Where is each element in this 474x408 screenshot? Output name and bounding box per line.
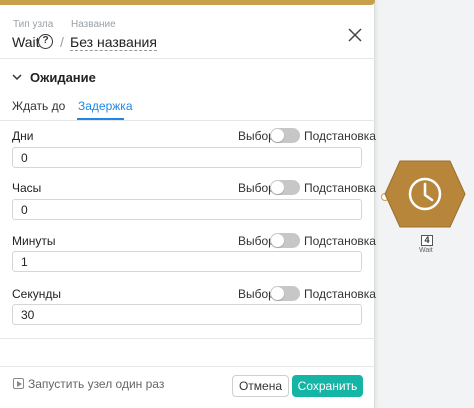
header-divider xyxy=(0,58,375,59)
toggle-knob xyxy=(271,129,284,142)
node-label: Wait xyxy=(419,247,433,254)
days-substitution-label: Подстановка xyxy=(304,129,376,143)
seconds-substitution-toggle[interactable] xyxy=(270,286,300,301)
days-substitution-toggle[interactable] xyxy=(270,128,300,143)
seconds-substitution-label: Подстановка xyxy=(304,287,376,301)
minutes-substitution-label: Подстановка xyxy=(304,234,376,248)
toggle-knob xyxy=(271,181,284,194)
seconds-input[interactable]: 30 xyxy=(12,304,362,325)
header-separator: / xyxy=(60,34,64,50)
help-icon[interactable]: ? xyxy=(38,34,53,49)
days-label: Дни xyxy=(12,129,34,143)
chevron-down-icon xyxy=(12,74,22,81)
hours-substitution-label: Подстановка xyxy=(304,181,376,195)
run-once-label[interactable]: Запустить узел один раз xyxy=(28,377,164,391)
play-icon[interactable] xyxy=(13,378,24,389)
footer-divider xyxy=(0,366,375,367)
hours-input[interactable]: 0 xyxy=(12,199,362,220)
panel-header: Тип узла Название Wait ? / Без названия xyxy=(0,8,375,58)
close-icon[interactable] xyxy=(346,26,364,44)
minutes-substitution-toggle[interactable] xyxy=(270,233,300,248)
tab-delay[interactable]: Задержка xyxy=(78,99,133,113)
toggle-knob xyxy=(271,287,284,300)
wait-node[interactable] xyxy=(384,158,466,230)
section-title: Ожидание xyxy=(30,70,96,85)
tab-wait-until[interactable]: Ждать до xyxy=(12,99,65,113)
hours-label: Часы xyxy=(12,181,42,195)
node-type-value: Wait xyxy=(12,34,40,50)
minutes-input[interactable]: 1 xyxy=(12,251,362,272)
minutes-label: Минуты xyxy=(12,234,56,248)
save-button[interactable]: Сохранить xyxy=(292,375,363,397)
panel-top-bar xyxy=(0,0,375,5)
node-type-label: Тип узла xyxy=(13,19,54,30)
node-settings-panel: Тип узла Название Wait ? / Без названия … xyxy=(0,0,376,408)
node-name-label: Название xyxy=(71,19,116,30)
content-divider xyxy=(0,338,375,339)
cancel-button[interactable]: Отмена xyxy=(232,375,289,397)
node-name-field[interactable]: Без названия xyxy=(70,34,157,51)
days-input[interactable]: 0 xyxy=(12,147,362,168)
hours-substitution-toggle[interactable] xyxy=(270,180,300,195)
toggle-knob xyxy=(271,234,284,247)
tabs-divider xyxy=(0,120,375,121)
node-id-badge: 4 xyxy=(421,235,433,246)
seconds-label: Секунды xyxy=(12,287,61,301)
